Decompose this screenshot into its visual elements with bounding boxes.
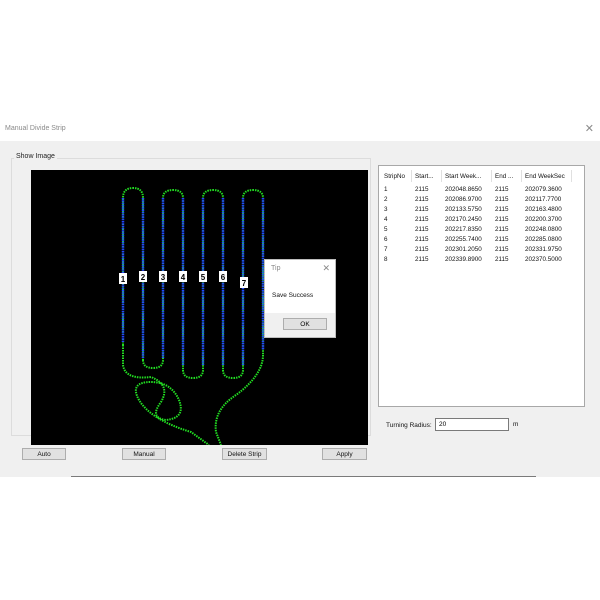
- manual-divide-strip-window: Manual Divide Strip ✕ Show Image 1 2 3 4…: [0, 119, 600, 477]
- delete-strip-button[interactable]: Delete Strip: [222, 448, 267, 460]
- column-divider[interactable]: [491, 170, 492, 182]
- cell-end-week: 2115: [495, 256, 509, 263]
- strip-label: 4: [181, 273, 186, 282]
- cell-stripno: 3: [384, 206, 388, 213]
- cell-end-week: 2115: [495, 216, 509, 223]
- cell-end-weeksec: 202079.3600: [525, 186, 562, 193]
- strip-table[interactable]: StripNo Start... Start Week... End ... E…: [378, 165, 585, 407]
- turning-radius-unit: m: [513, 421, 519, 428]
- cell-end-week: 2115: [495, 246, 509, 253]
- cell-start-weeksec: 202170.2450: [445, 216, 482, 223]
- close-icon[interactable]: ✕: [585, 122, 594, 135]
- cell-start-weeksec: 202339.8900: [445, 256, 482, 263]
- cell-start-week: 2115: [415, 186, 429, 193]
- cell-start-weeksec: 202217.8350: [445, 226, 482, 233]
- column-header-end-week[interactable]: End ...: [495, 173, 513, 180]
- cell-start-weeksec: 202301.2050: [445, 246, 482, 253]
- apply-button[interactable]: Apply: [322, 448, 367, 460]
- column-header-end-weeksec[interactable]: End WeekSec: [525, 173, 565, 180]
- cell-end-week: 2115: [495, 226, 509, 233]
- cell-end-weeksec: 202331.9750: [525, 246, 562, 253]
- cell-start-week: 2115: [415, 256, 429, 263]
- auto-button[interactable]: Auto: [22, 448, 66, 460]
- cell-end-weeksec: 202117.7700: [525, 196, 562, 203]
- cell-end-weeksec: 202200.3700: [525, 216, 562, 223]
- cell-start-week: 2115: [415, 236, 429, 243]
- cell-stripno: 4: [384, 216, 388, 223]
- cell-start-weeksec: 202255.7400: [445, 236, 482, 243]
- cell-start-week: 2115: [415, 206, 429, 213]
- strip-label: 3: [161, 273, 166, 282]
- cell-start-week: 2115: [415, 246, 429, 253]
- dialog-footer: OK: [265, 313, 335, 337]
- title-bar: Manual Divide Strip ✕: [0, 119, 600, 141]
- column-header-start-weeksec[interactable]: Start Week...: [445, 173, 481, 180]
- cell-end-week: 2115: [495, 196, 509, 203]
- strip-label: 7: [242, 279, 247, 288]
- column-divider[interactable]: [571, 170, 572, 182]
- cell-end-week: 2115: [495, 206, 509, 213]
- column-divider[interactable]: [411, 170, 412, 182]
- cell-stripno: 1: [384, 186, 388, 193]
- cell-start-week: 2115: [415, 196, 429, 203]
- cell-stripno: 5: [384, 226, 388, 233]
- column-divider[interactable]: [521, 170, 522, 182]
- column-header-start-week[interactable]: Start...: [415, 173, 434, 180]
- strip-label: 2: [141, 273, 146, 282]
- turning-radius-label: Turning Radius:: [386, 422, 432, 429]
- cell-stripno: 7: [384, 246, 388, 253]
- turning-radius-input[interactable]: 20: [435, 418, 509, 431]
- cell-stripno: 8: [384, 256, 388, 263]
- dialog-close-icon[interactable]: ✕: [322, 263, 330, 274]
- cell-stripno: 6: [384, 236, 388, 243]
- strip-label: 6: [221, 273, 226, 282]
- strip-label: 5: [201, 273, 206, 282]
- cell-start-week: 2115: [415, 226, 429, 233]
- column-header-stripno[interactable]: StripNo: [384, 173, 405, 180]
- cell-start-week: 2115: [415, 216, 429, 223]
- cell-end-weeksec: 202163.4800: [525, 206, 562, 213]
- dialog-title: Tip: [271, 265, 281, 272]
- cell-start-weeksec: 202086.9700: [445, 196, 482, 203]
- tip-dialog: Tip ✕ Save Success OK: [264, 259, 336, 338]
- cell-end-weeksec: 202285.0800: [525, 236, 562, 243]
- cell-end-weeksec: 202248.0800: [525, 226, 562, 233]
- cell-stripno: 2: [384, 196, 388, 203]
- cell-end-week: 2115: [495, 186, 509, 193]
- manual-button[interactable]: Manual: [122, 448, 166, 460]
- window-bottom-border: [71, 476, 536, 477]
- column-divider[interactable]: [441, 170, 442, 182]
- cell-end-weeksec: 202370.5000: [525, 256, 562, 263]
- ok-button[interactable]: OK: [283, 318, 327, 330]
- cell-end-week: 2115: [495, 236, 509, 243]
- strip-label: 1: [121, 275, 126, 284]
- show-image-label: Show Image: [14, 153, 57, 160]
- cell-start-weeksec: 202048.8650: [445, 186, 482, 193]
- dialog-message: Save Success: [272, 292, 314, 299]
- cell-start-weeksec: 202133.5750: [445, 206, 482, 213]
- window-title: Manual Divide Strip: [5, 125, 66, 132]
